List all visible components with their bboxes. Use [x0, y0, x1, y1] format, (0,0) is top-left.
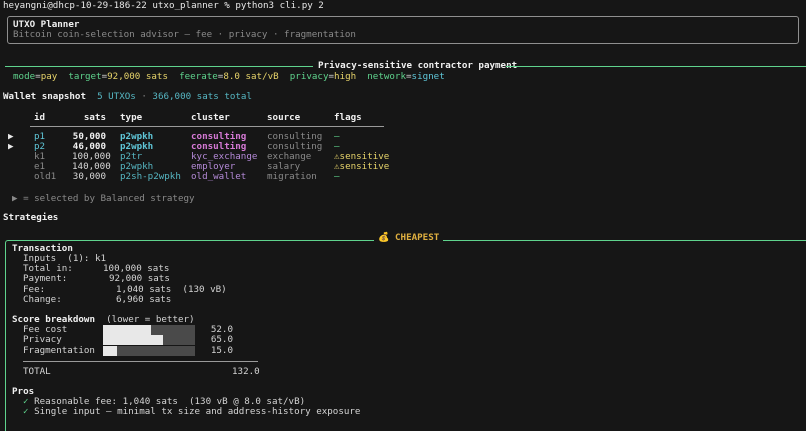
score-label-privacy: Privacy: [23, 334, 62, 345]
scenario-title: Privacy-sensitive contractor payment: [318, 60, 518, 71]
strategies-heading: Strategies: [3, 212, 59, 223]
score-value-fragmentation: 15.0: [210, 345, 233, 356]
utxo-flags: ⚠sensitive: [334, 161, 390, 172]
utxo-type: p2sh-p2wpkh: [120, 171, 181, 182]
check-icon: ✓: [23, 406, 29, 417]
col-header-flags: flags: [334, 112, 362, 123]
tx-change-label: Change:: [23, 294, 62, 305]
money-bag-icon: 💰: [378, 232, 390, 243]
utxo-source: migration: [267, 171, 317, 182]
strategy-panel-label: 💰 CHEAPEST: [374, 232, 444, 244]
tx-payment-label: Payment:: [23, 273, 68, 284]
pros-item: ✓ Single input — minimal tx size and add…: [23, 406, 361, 417]
tx-payment-value: 92,000 sats: [109, 273, 170, 284]
scenario-rule-left: [5, 66, 313, 67]
tx-change-value: 6,960 sats: [116, 294, 172, 305]
col-header-sats: sats: [83, 112, 106, 123]
selected-marker-icon: ▶: [8, 141, 14, 152]
utxo-table-header: id sats type cluster source flags: [0, 112, 420, 123]
score-total-label: TOTAL: [23, 366, 51, 377]
utxo-cluster: old_wallet: [191, 171, 247, 182]
selection-legend: ▶ = selected by Balanced strategy: [12, 193, 195, 204]
score-bar-privacy: [103, 335, 195, 345]
app-subtitle: Bitcoin coin-selection advisor — fee · p…: [13, 29, 356, 40]
utxo-id: old1: [34, 171, 57, 182]
terminal-prompt: heyangni@dhcp-10-29-186-22 utxo_planner …: [3, 0, 324, 11]
table-header-underline: [30, 126, 384, 127]
score-total-value: 132.0: [232, 366, 260, 377]
col-header-id: id: [34, 112, 46, 123]
utxo-sats: 30,000: [72, 171, 106, 182]
utxo-row: old1 30,000 p2sh-p2wpkh old_wallet migra…: [0, 171, 420, 182]
score-bar-fee: [103, 325, 195, 335]
col-header-type: type: [120, 112, 143, 123]
wallet-heading: Wallet snapshot 5 UTXOs · 366,000 sats t…: [3, 91, 252, 102]
col-header-cluster: cluster: [191, 112, 230, 123]
score-total-rule: [23, 361, 258, 362]
col-header-source: source: [267, 112, 301, 123]
scenario-rule-right: [506, 66, 806, 67]
score-bar-fragmentation: [103, 346, 195, 356]
utxo-flags: —: [334, 171, 340, 182]
score-label-fragmentation: Fragmentation: [23, 345, 95, 356]
scenario-params: mode=pay target=92,000 sats feerate=8.0 …: [13, 71, 445, 82]
score-value-privacy: 65.0: [210, 334, 233, 345]
